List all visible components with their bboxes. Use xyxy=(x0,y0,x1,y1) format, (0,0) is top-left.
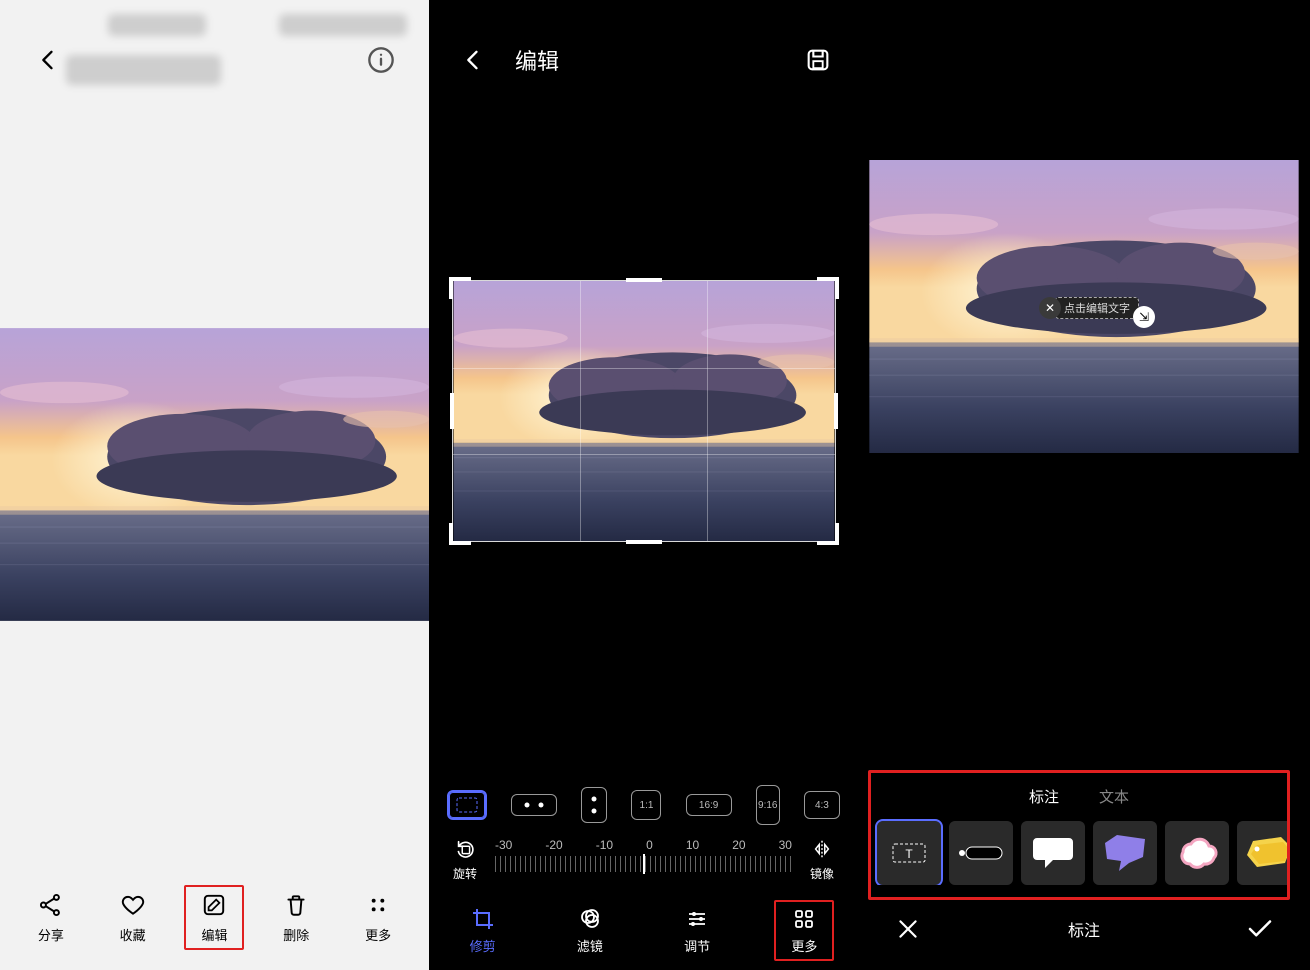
edit-button[interactable]: 编辑 xyxy=(184,885,244,950)
photo-preview[interactable] xyxy=(0,328,429,621)
more-button[interactable]: 更多 xyxy=(348,891,408,944)
filter-icon xyxy=(577,906,603,932)
tool-crop[interactable]: 修剪 xyxy=(453,906,513,955)
aspect-ratio-row: 1:1 16:9 9:16 4:3 xyxy=(429,780,858,830)
adjust-icon xyxy=(684,906,710,932)
crop-frame[interactable] xyxy=(452,280,836,542)
trash-icon xyxy=(282,891,310,919)
crop-editor-pane: 编辑 1:1 xyxy=(429,0,858,970)
ratio-tall[interactable] xyxy=(581,787,607,823)
editor-header: 编辑 xyxy=(429,0,858,120)
tool-more[interactable]: 更多 xyxy=(774,900,834,961)
tool-filter[interactable]: 滤镜 xyxy=(560,906,620,955)
heart-icon xyxy=(119,891,147,919)
annotation-text[interactable]: 点击编辑文字 xyxy=(1055,297,1139,319)
tool-more-label: 更多 xyxy=(791,936,817,955)
editor-back-button[interactable] xyxy=(449,36,497,84)
cancel-button[interactable] xyxy=(888,909,928,949)
tick-label: 30 xyxy=(779,838,792,852)
rotate-button[interactable]: 旋转 xyxy=(441,838,489,882)
ratio-4-3[interactable]: 4:3 xyxy=(804,791,840,819)
crop-handle-bl[interactable] xyxy=(449,523,471,545)
annotate-canvas[interactable]: ✕ 点击编辑文字 ⇲ xyxy=(858,0,1310,770)
grid-icon xyxy=(791,906,817,932)
sticker-row: T xyxy=(871,813,1287,885)
sticker-panel-highlight: 标注 文本 T xyxy=(868,770,1290,900)
favorite-label: 收藏 xyxy=(120,925,146,944)
apply-mode-label: 标注 xyxy=(1068,917,1100,941)
tick-label: 10 xyxy=(686,838,699,852)
tick-label: -30 xyxy=(495,838,512,852)
edit-label: 编辑 xyxy=(201,925,227,944)
info-icon[interactable] xyxy=(357,36,405,84)
mirror-button[interactable]: 镜像 xyxy=(798,838,846,882)
tick-label: 0 xyxy=(646,838,653,852)
crop-handle-top[interactable] xyxy=(626,278,662,282)
share-icon xyxy=(37,891,65,919)
sticker-arrow-label[interactable] xyxy=(949,821,1013,885)
crop-handle-bottom[interactable] xyxy=(626,540,662,544)
delete-button[interactable]: 删除 xyxy=(266,891,326,944)
sticker-price-tag[interactable] xyxy=(1237,821,1287,885)
text-annotation[interactable]: ✕ 点击编辑文字 ⇲ xyxy=(1039,288,1155,328)
annotate-pane: ✕ 点击编辑文字 ⇲ 标注 文本 T xyxy=(858,0,1310,970)
mirror-label: 镜像 xyxy=(810,865,834,882)
sticker-cloud-bubble[interactable] xyxy=(1165,821,1229,885)
editor-tool-bar: 修剪 滤镜 调节 更多 xyxy=(429,890,858,970)
tick-label: 20 xyxy=(732,838,745,852)
tool-adjust[interactable]: 调节 xyxy=(667,906,727,955)
mirror-icon xyxy=(811,838,833,863)
tab-text[interactable]: 文本 xyxy=(1099,786,1129,807)
annotate-controls: 标注 文本 T xyxy=(858,770,1310,970)
more-label: 更多 xyxy=(365,925,391,944)
save-button[interactable] xyxy=(798,40,838,80)
crop-handle-br[interactable] xyxy=(817,523,839,545)
crop-handle-left[interactable] xyxy=(450,393,454,429)
tab-annotate[interactable]: 标注 xyxy=(1029,786,1059,807)
gallery-pane: 分享 收藏 编辑 删除 更多 xyxy=(0,0,429,970)
ratio-wide[interactable] xyxy=(511,794,557,816)
back-button[interactable] xyxy=(24,36,72,84)
gallery-topbar xyxy=(0,0,429,120)
sticker-text-box[interactable]: T xyxy=(877,821,941,885)
sticker-speech-bubble[interactable] xyxy=(1021,821,1085,885)
gallery-action-bar: 分享 收藏 编辑 删除 更多 xyxy=(0,880,429,955)
tool-crop-label: 修剪 xyxy=(470,936,496,955)
rotate-icon xyxy=(454,838,476,863)
annotation-resize-handle[interactable]: ⇲ xyxy=(1133,306,1155,328)
edit-icon xyxy=(200,891,228,919)
delete-label: 删除 xyxy=(283,925,309,944)
rotation-row: 旋转 -30 -20 -10 0 10 20 30 镜像 xyxy=(429,830,858,890)
tick-label: -20 xyxy=(545,838,562,852)
crop-handle-tr[interactable] xyxy=(817,277,839,299)
rotation-slider[interactable]: -30 -20 -10 0 10 20 30 xyxy=(495,838,792,882)
tick-label: -10 xyxy=(596,838,613,852)
crop-canvas[interactable] xyxy=(429,120,858,780)
tool-adjust-label: 调节 xyxy=(684,936,710,955)
editor-title: 编辑 xyxy=(515,44,559,76)
ratio-1-1[interactable]: 1:1 xyxy=(631,790,661,820)
favorite-button[interactable]: 收藏 xyxy=(103,891,163,944)
confirm-button[interactable] xyxy=(1240,909,1280,949)
annotate-tabs: 标注 文本 xyxy=(871,779,1287,813)
crop-handle-tl[interactable] xyxy=(449,277,471,299)
ratio-free[interactable] xyxy=(447,790,487,820)
sticker-purple-bubble[interactable] xyxy=(1093,821,1157,885)
more-icon xyxy=(364,891,392,919)
crop-handle-right[interactable] xyxy=(834,393,838,429)
crop-icon xyxy=(470,906,496,932)
rotate-label: 旋转 xyxy=(453,865,477,882)
share-label: 分享 xyxy=(38,925,64,944)
annotation-delete-icon[interactable]: ✕ xyxy=(1039,297,1061,319)
ratio-16-9[interactable]: 16:9 xyxy=(686,794,732,816)
svg-text:T: T xyxy=(905,847,913,861)
ratio-9-16[interactable]: 9:16 xyxy=(756,785,780,825)
share-button[interactable]: 分享 xyxy=(21,891,81,944)
tool-filter-label: 滤镜 xyxy=(577,936,603,955)
annotate-apply-row: 标注 xyxy=(858,903,1310,955)
